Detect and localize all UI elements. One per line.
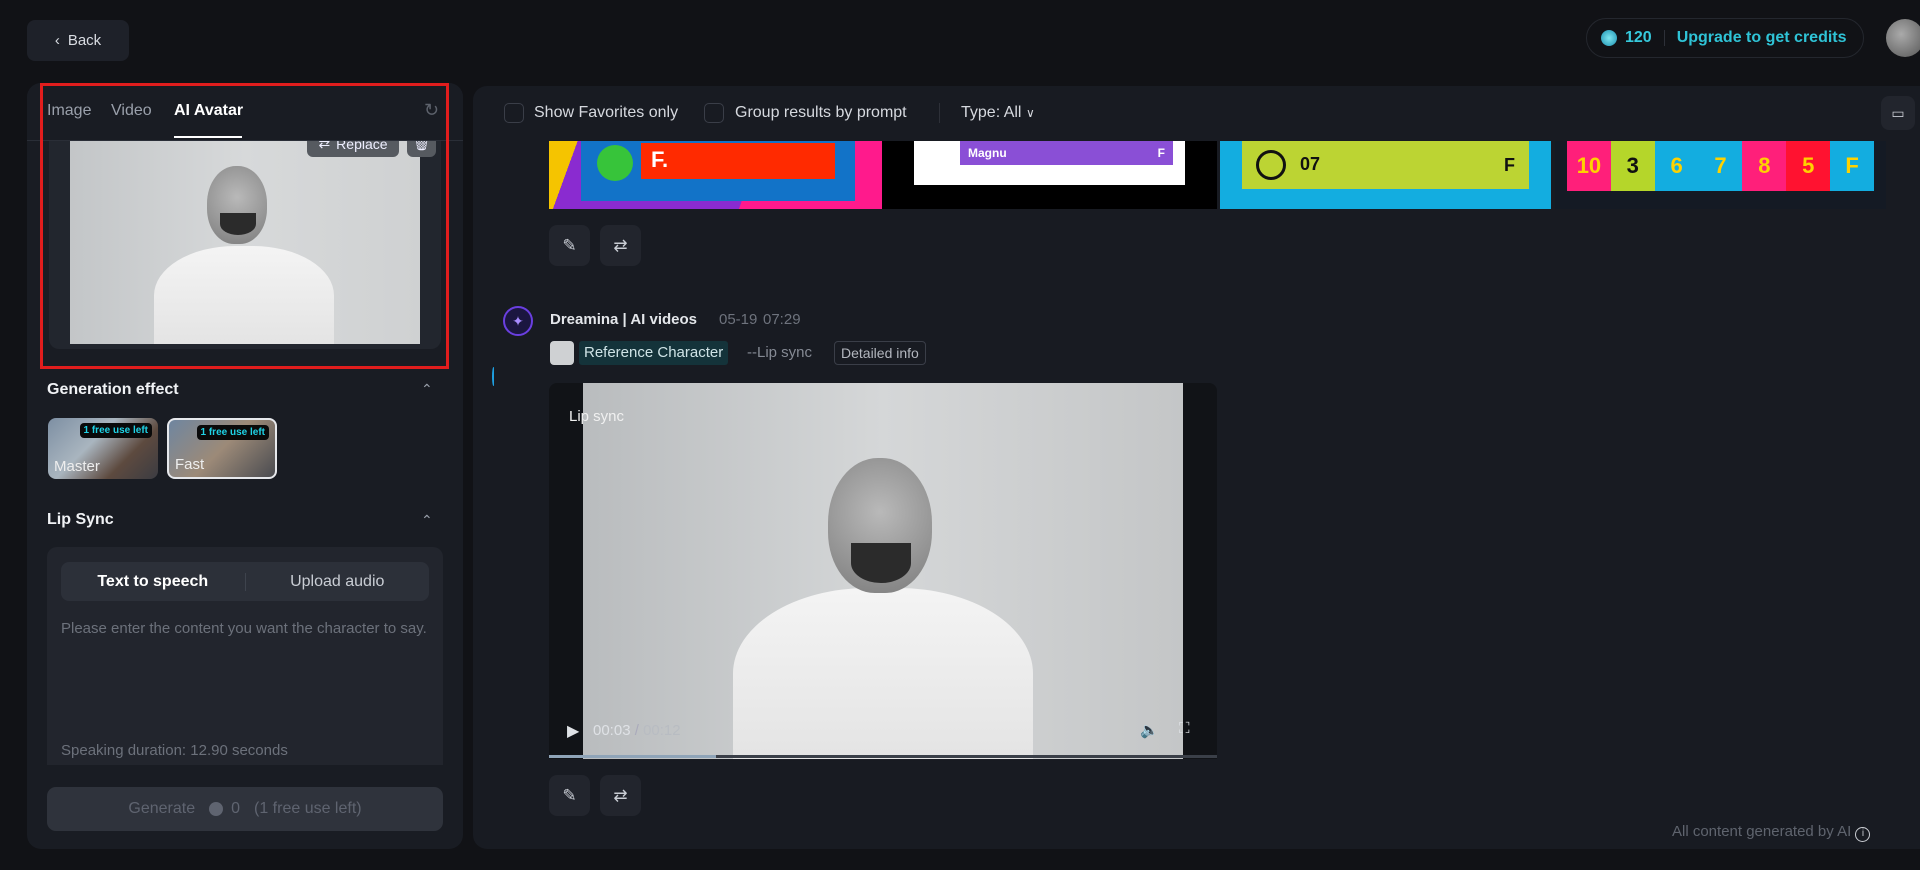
scroll-indicator	[492, 367, 495, 386]
current-time: 00:03	[593, 722, 631, 739]
pencil-icon: ✎	[562, 235, 577, 255]
score-cell: 3	[1610, 141, 1655, 191]
progress-track[interactable]	[549, 755, 1217, 758]
score-cell: 5	[1786, 141, 1831, 191]
lip-sync-mode-toggle: Text to speech Upload audio	[61, 562, 429, 601]
group-checkbox[interactable]	[704, 103, 724, 123]
favorites-label[interactable]: Show Favorites only	[534, 104, 678, 122]
tab-header-bg	[27, 83, 463, 140]
chevron-up-icon[interactable]: ⌃	[421, 381, 433, 398]
upgrade-link[interactable]: Upgrade to get credits	[1677, 29, 1847, 47]
score-cell: F	[1830, 141, 1875, 191]
regenerate-button[interactable]: ⇄	[600, 225, 641, 266]
user-avatar[interactable]	[1886, 19, 1920, 57]
score-cell: 6	[1654, 141, 1699, 191]
play-icon[interactable]: ▶	[567, 721, 579, 741]
divider	[27, 140, 463, 141]
result-image-3[interactable]: 07 F	[1220, 141, 1551, 209]
effect-label: Fast	[175, 456, 205, 473]
reference-image-card[interactable]	[49, 141, 441, 349]
credit-count: 120	[1625, 29, 1652, 46]
video-frame	[583, 383, 1183, 759]
free-use-badge: 1 free use left	[79, 423, 152, 438]
favorites-checkbox[interactable]	[504, 103, 524, 123]
group-label[interactable]: Group results by prompt	[735, 104, 907, 122]
credit-icon	[209, 802, 224, 816]
post-date: 05-19	[719, 311, 758, 328]
tab-video[interactable]: Video	[111, 102, 152, 120]
total-time: 00:12	[643, 722, 681, 739]
chevron-up-icon[interactable]: ⌃	[421, 512, 433, 529]
progress-fill	[549, 755, 716, 758]
reset-icon[interactable]: ↻	[424, 100, 439, 121]
speech-text-input[interactable]: Please enter the content you want the ch…	[61, 617, 433, 641]
folder-button[interactable]: ▭	[1881, 96, 1915, 130]
dreamina-logo-icon: ✦	[503, 306, 533, 336]
effect-label: Master	[54, 458, 100, 475]
repeat-icon: ⇄	[613, 785, 628, 805]
score-cell: 8	[1742, 141, 1787, 191]
divider	[939, 103, 940, 123]
generation-effect-title: Generation effect	[47, 381, 179, 398]
score-cell: 7	[1698, 141, 1743, 191]
tab-ai-avatar[interactable]: AI Avatar	[174, 102, 243, 120]
tab-image[interactable]: Image	[47, 102, 91, 120]
effect-option-master[interactable]: 1 free use left Master	[48, 418, 158, 479]
edit-button[interactable]: ✎	[549, 225, 590, 266]
lip-sync-title: Lip Sync	[47, 511, 114, 528]
active-tab-indicator	[174, 136, 242, 138]
credit-icon	[1601, 30, 1617, 46]
credits-pill[interactable]: 120 Upgrade to get credits	[1586, 18, 1864, 58]
speaking-duration: Speaking duration: 12.90 seconds	[61, 742, 288, 759]
result-image-1[interactable]: F.	[549, 141, 882, 209]
mode-upload-audio[interactable]: Upload audio	[246, 573, 430, 591]
volume-icon[interactable]: 🔈	[1140, 721, 1159, 739]
result-image-2[interactable]: Magnu F	[882, 141, 1217, 209]
mode-text-to-speech[interactable]: Text to speech	[61, 572, 246, 591]
detailed-info-button[interactable]: Detailed info	[834, 341, 926, 365]
generate-button[interactable]: Generate 0 (1 free use left)	[47, 787, 443, 831]
chevron-down-icon: ∨	[1025, 106, 1035, 120]
fullscreen-icon[interactable]: ⛶	[1179, 720, 1190, 737]
info-icon[interactable]: i	[1855, 827, 1871, 842]
effect-option-fast[interactable]: 1 free use left Fast	[167, 418, 277, 479]
divider	[1663, 30, 1665, 46]
type-filter-dropdown[interactable]: Type: All ∨	[961, 104, 1035, 122]
post-time: 07:29	[763, 311, 801, 328]
reference-character-tag[interactable]: Reference Character	[579, 341, 729, 365]
folder-icon: ▭	[1891, 104, 1905, 121]
post-author: Dreamina | AI videos	[550, 311, 698, 328]
logo-icon	[1256, 150, 1286, 180]
video-player[interactable]: Lip sync ▶ 00:03 / 00:12 🔈 ⛶	[549, 383, 1217, 759]
reference-image	[70, 141, 420, 344]
chevron-left-icon: ‹	[54, 32, 60, 49]
mode-label: --Lip sync	[747, 344, 813, 361]
repeat-icon: ⇄	[613, 235, 628, 255]
free-use-badge: 1 free use left	[196, 425, 269, 440]
back-button[interactable]: ‹ Back	[27, 20, 129, 61]
reference-thumbnail	[550, 341, 574, 365]
regenerate-button[interactable]: ⇄	[600, 775, 641, 816]
ai-disclaimer: All content generated by AI i	[1672, 823, 1871, 842]
score-cell: 10	[1567, 141, 1611, 191]
video-label: Lip sync	[569, 408, 625, 425]
result-image-4[interactable]: 10 3 6 7 8 5 F	[1555, 141, 1886, 209]
pencil-icon: ✎	[562, 785, 577, 805]
edit-button[interactable]: ✎	[549, 775, 590, 816]
